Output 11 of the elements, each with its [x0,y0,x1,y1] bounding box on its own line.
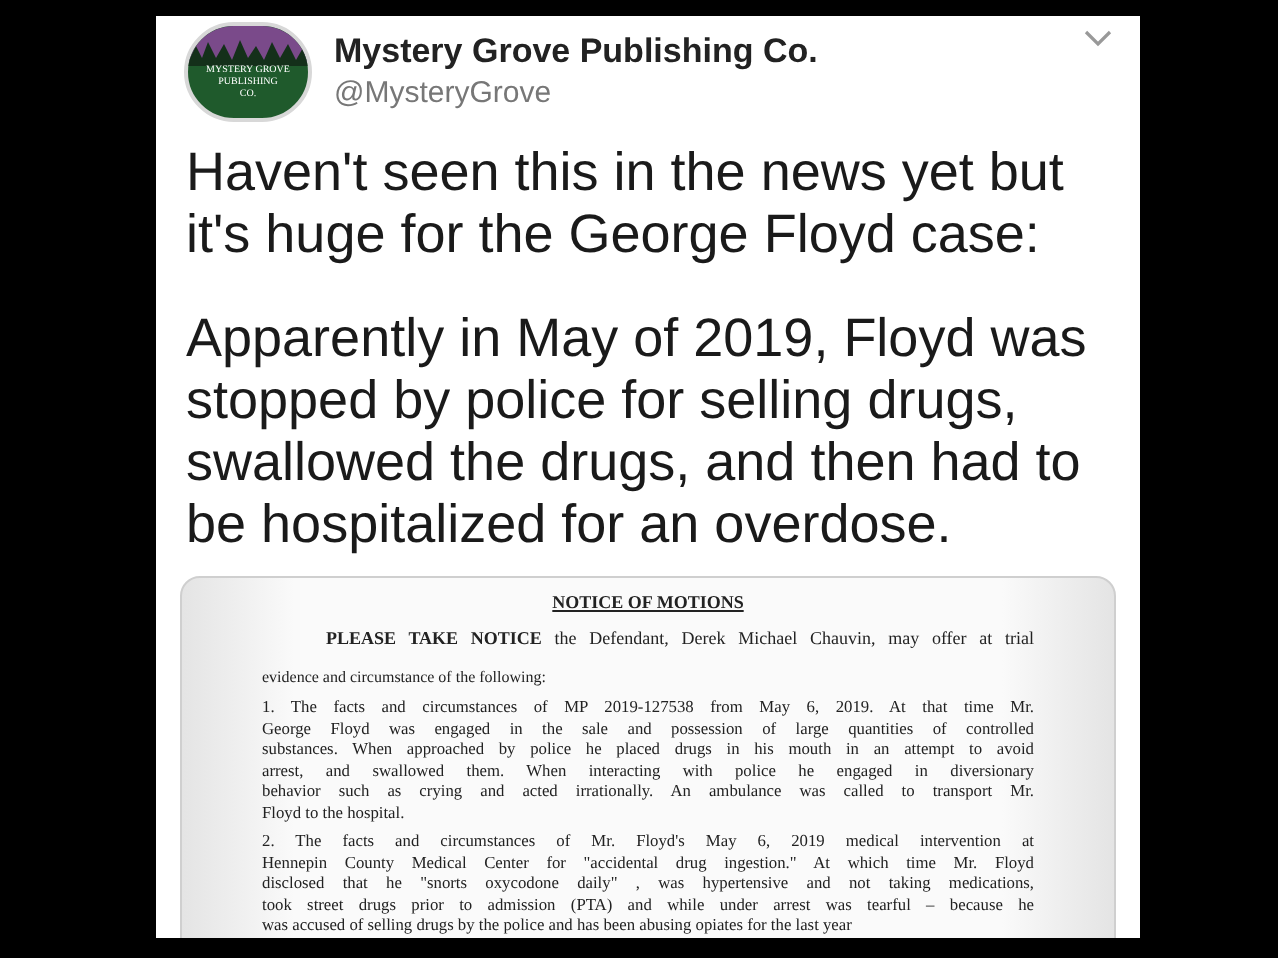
tweet-text: Apparently in May of 2019, Floyd was stopped by police for selling drugs, swallowed the drugs, and then had to be hospitalized for an overdose. [186,308,1089,556]
tweet-text: Haven't seen this in the news yet but it's huge for the George Floyd case: [186,142,1066,266]
author-name: Mystery Grove Publishing Co. [334,30,818,74]
document-paragraph: evidence and circumstance of the following: [262,666,548,690]
document-paragraph: PLEASE TAKE NOTICE the Defendant, Derek Michael Chauvin, may offer at trial [324,626,1034,650]
document-title: NOTICE OF MOTIONS [550,590,746,614]
document-paragraph: 1. The facts and circumstances of MP 2019-127538 from May 6, 2019. At that time Mr. George Floyd was engaged in the sale and possession of large quantities of controlled substances. When approached by police he placed drugs in his mouth in an attempt to avoid arrest, and swallowed them. When interacting with police he engaged in diversionary behavior such as crying and acted irrationally. An ambulance was called to transport Mr. Floyd to the hospital. [262,698,1034,824]
forest-drawing [188,26,308,66]
document-paragraph: 2. The facts and circumstances of Mr. Floyd's May 6, 2019 medical intervention at Hennepin County Medical Center for "accidental drug ingestion." At which time Mr. Floyd disclosed that he "snorts oxycodone daily" , was hypertensive and not taking medications, took street drugs prior to admission (PTA) and while under arrest was tearful – because he was accused of selling drugs by the police and has been abusing opiates for the last year [262,832,1034,937]
author-handle: @MysteryGrove [334,74,554,114]
chevron-down-icon[interactable] [1084,30,1112,48]
